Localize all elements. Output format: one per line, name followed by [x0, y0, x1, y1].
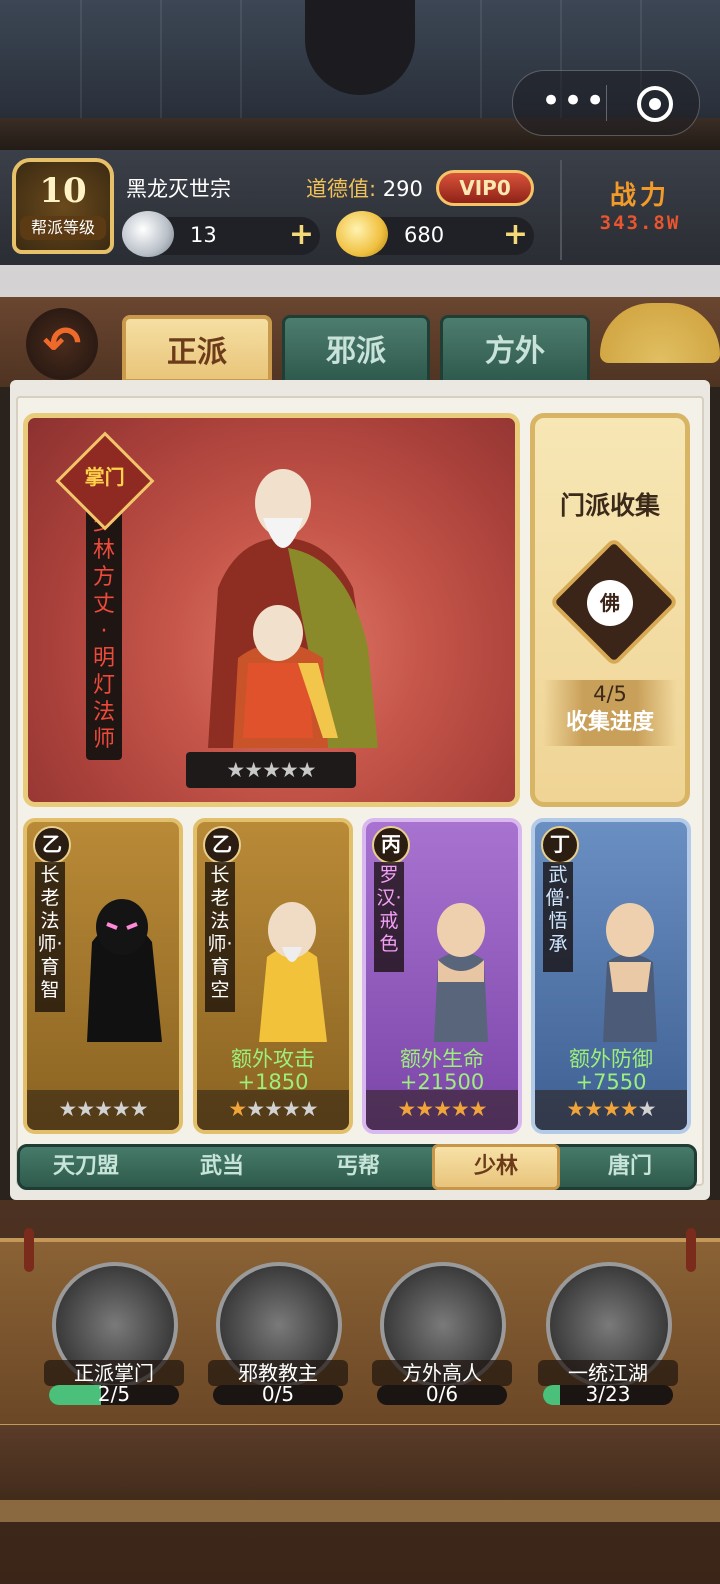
member-portrait — [259, 902, 327, 1042]
tab-evil[interactable]: 邪派 — [282, 315, 430, 383]
silver-value: 13 — [190, 223, 217, 247]
achievement-label: 正派掌门 — [44, 1360, 184, 1386]
achievement-progress: 0/6 — [377, 1385, 507, 1405]
gold-ingot-icon — [336, 211, 388, 257]
member-bonus: 额外生命 +21500 — [366, 1048, 518, 1094]
achievement-label: 邪教教主 — [208, 1360, 348, 1386]
header-divider — [560, 160, 562, 260]
member-name: 武僧·悟承 — [545, 864, 571, 955]
player-name: 黑龙灭世宗 — [126, 177, 231, 201]
member-card[interactable]: 丁 武僧·悟承 额外防御 +7550 ★★★★★ — [531, 818, 691, 1134]
leader-badge-text: 掌门 — [84, 465, 125, 490]
collection-emblem-text: 佛 — [587, 580, 633, 626]
member-card[interactable]: 乙 长老法师·育空 额外攻击 +1850 ★★★★★ — [193, 818, 353, 1134]
member-grade: 乙 — [203, 826, 241, 864]
faction-shaolin[interactable]: 少林 — [432, 1144, 560, 1190]
member-stars-lit: ★ — [228, 1097, 247, 1121]
faction-wudang[interactable]: 武当 — [162, 1147, 282, 1187]
morality-value: 290 — [382, 177, 423, 201]
faction-selector: 天刀盟 武当 丐帮 少林 唐门 — [17, 1144, 697, 1190]
vip-badge[interactable]: VIP0 — [436, 170, 534, 206]
member-portrait — [87, 899, 162, 1042]
achievement-progress-text: 0/6 — [425, 1385, 459, 1405]
morality: 道德值: 290 — [306, 173, 423, 203]
faction-tiandaomeng[interactable]: 天刀盟 — [26, 1147, 146, 1187]
collection-card[interactable]: 门派收集 佛 4/5 收集进度 — [530, 413, 690, 807]
collection-title: 门派收集 — [559, 491, 660, 520]
mini-program-capsule: ••• — [512, 70, 700, 136]
achievement-progress: 3/23 — [543, 1385, 673, 1405]
achievement-progress-text: 3/23 — [585, 1385, 631, 1405]
member-stars: ★★★★★ — [535, 1090, 687, 1130]
member-card[interactable]: 丙 罗汉·戒色 额外生命 +21500 ★★★★★ — [362, 818, 522, 1134]
member-stars-lit: ★★★★★ — [397, 1097, 487, 1121]
member-stars-unlit: ★★★★ — [246, 1097, 318, 1121]
achievement-label: 一统江湖 — [538, 1360, 678, 1386]
leader-badge: 掌门 — [55, 431, 155, 531]
member-stars: ★★★★★ — [197, 1090, 349, 1130]
member-bonus-label: 额外防御 — [569, 1047, 653, 1071]
member-grade: 乙 — [33, 826, 71, 864]
member-portrait — [434, 903, 488, 1042]
member-bonus-label: 额外攻击 — [231, 1047, 315, 1071]
member-stars-unlit: ★★★★★ — [58, 1097, 148, 1121]
collection-progress-label: 收集进度 — [565, 710, 654, 735]
member-stars-lit: ★★★★ — [566, 1097, 638, 1121]
tab-righteous[interactable]: 正派 — [122, 315, 272, 383]
header-gap — [0, 265, 720, 297]
achievement-progress-text: 2/5 — [97, 1385, 131, 1405]
combat-power-value: 343.8W — [599, 212, 681, 234]
silver-ingot-icon — [122, 211, 174, 257]
achievement-label: 方外高人 — [372, 1360, 512, 1386]
member-name: 长老法师·育智 — [37, 864, 63, 1001]
member-name: 罗汉·戒色 — [376, 864, 402, 955]
achievement-progress: 2/5 — [49, 1385, 179, 1405]
sect-level-badge[interactable]: 10 帮派等级 — [12, 158, 114, 254]
member-portrait — [603, 903, 657, 1042]
add-silver-button[interactable]: + — [289, 219, 314, 251]
member-stars-unlit: ★ — [637, 1097, 657, 1121]
silver-currency: 13 + — [122, 211, 320, 257]
back-arrow-icon[interactable]: ↶ — [26, 308, 98, 380]
collection-progress-value: 4/5 — [593, 682, 627, 706]
member-name: 长老法师·育空 — [207, 864, 233, 1001]
add-gold-button[interactable]: + — [503, 219, 528, 251]
member-grade: 丙 — [372, 826, 410, 864]
faction-gaibang[interactable]: 丐帮 — [298, 1147, 418, 1187]
gold-value: 680 — [404, 223, 445, 247]
gold-currency: 680 + — [336, 211, 534, 257]
sect-level-value: 10 — [39, 171, 87, 211]
bottom-edge — [0, 1500, 720, 1522]
faction-tangmen[interactable]: 唐门 — [570, 1147, 690, 1187]
member-card[interactable]: 乙 长老法师·育智 ★★★★★ — [23, 818, 183, 1134]
member-bonus: 额外攻击 +1850 — [197, 1048, 349, 1094]
member-stars: ★★★★★ — [27, 1090, 179, 1130]
combat-power-label: 战力 — [609, 181, 670, 211]
leader-stars: ★★★★★ — [186, 752, 356, 788]
member-grade: 丁 — [541, 826, 579, 864]
tray-pin — [686, 1228, 696, 1272]
leader-card[interactable]: 少林方丈·明灯法师 掌门 ★★★★★ — [23, 413, 520, 807]
member-stars: ★★★★★ — [366, 1090, 518, 1130]
roof-ornament — [305, 0, 415, 95]
tab-outsider[interactable]: 方外 — [440, 315, 590, 383]
leader-name: 少林方丈·明灯法师 — [92, 511, 115, 752]
more-dots-icon[interactable]: ••• — [541, 83, 607, 119]
morality-label: 道德值: — [306, 177, 377, 201]
member-bonus: 额外防御 +7550 — [535, 1048, 687, 1094]
achievement-progress-text: 0/5 — [261, 1385, 295, 1405]
sect-level-label: 帮派等级 — [20, 216, 106, 240]
tray-pin — [24, 1228, 34, 1272]
member-bonus-label: 额外生命 — [400, 1047, 484, 1071]
leader-portrait — [208, 469, 378, 748]
collection-progress: 4/5 收集进度 — [543, 680, 677, 746]
target-circle-icon[interactable] — [637, 86, 673, 122]
combat-power: 战力 343.8W — [580, 175, 700, 234]
achievement-progress: 0/5 — [213, 1385, 343, 1405]
